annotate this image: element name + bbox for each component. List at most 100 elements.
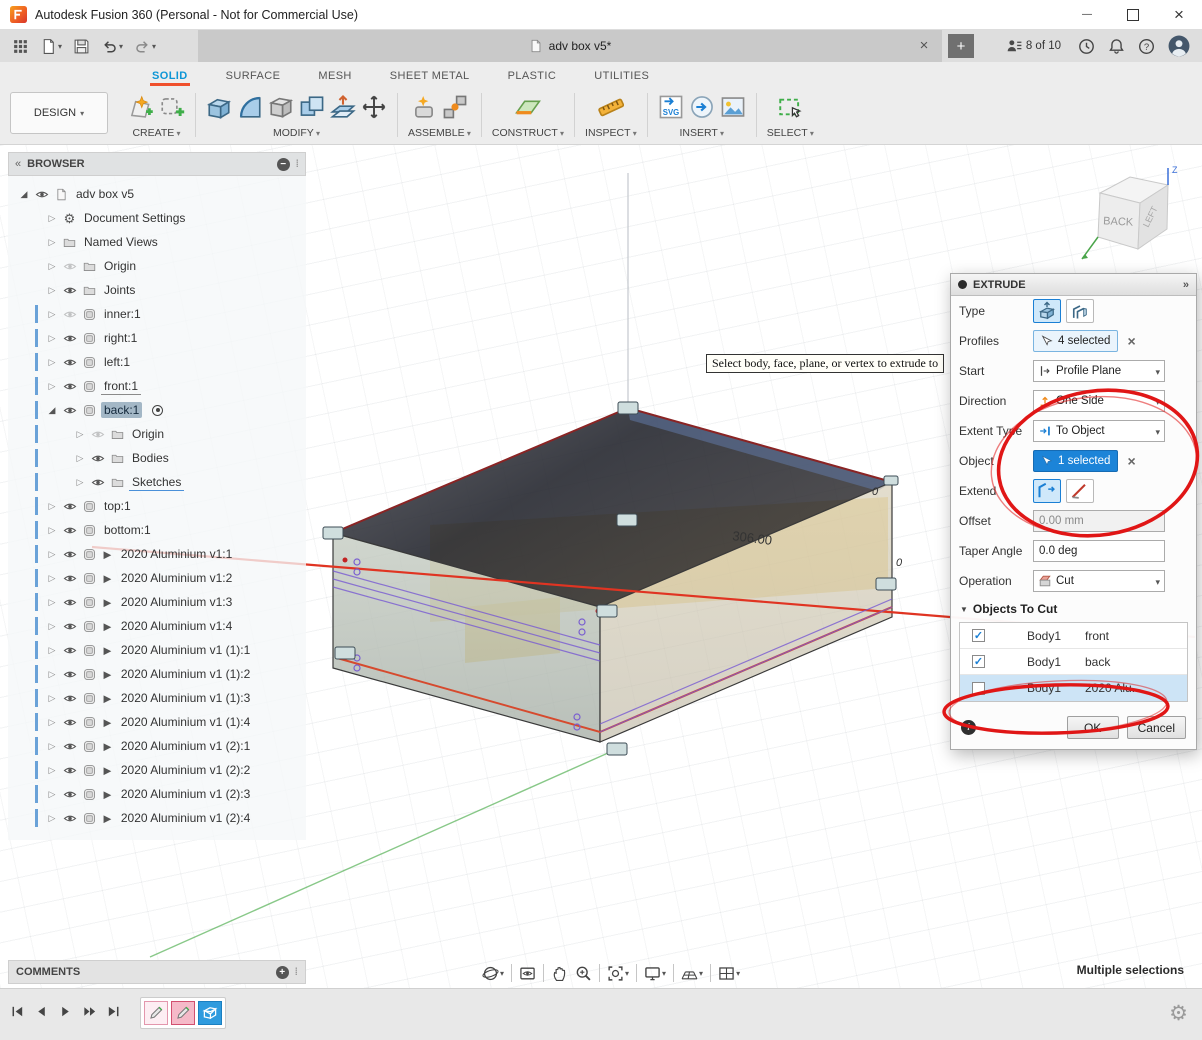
expand-arrow-icon[interactable]: ▷: [46, 789, 58, 800]
shell-button[interactable]: [268, 94, 294, 120]
insert-derive-button[interactable]: [689, 94, 715, 120]
new-component-create-button[interactable]: [159, 94, 185, 120]
offset-face-button[interactable]: [330, 94, 356, 120]
expand-arrow-icon[interactable]: ▷: [46, 549, 58, 560]
tl-back-button[interactable]: [34, 1004, 49, 1019]
expand-arrow-icon[interactable]: ▷: [74, 453, 86, 464]
activate-component-radio[interactable]: [152, 405, 163, 416]
expand-arrow-icon[interactable]: ▷: [46, 333, 58, 344]
extrude-type-thin-button[interactable]: [1066, 299, 1094, 323]
browser-item-label[interactable]: bottom:1: [101, 522, 154, 538]
visibility-eye-icon[interactable]: [90, 429, 106, 440]
expand-arrow-icon[interactable]: ▷: [74, 477, 86, 488]
ribbon-group-label[interactable]: MODIFY: [273, 127, 320, 139]
browser-item-label[interactable]: 2020 Aluminium v1 (1):4: [118, 714, 253, 730]
browser-item-label[interactable]: 2020 Aluminium v1:4: [118, 618, 235, 634]
expand-arrow-icon[interactable]: ▷: [46, 813, 58, 824]
browser-item[interactable]: ▷left:1: [8, 350, 306, 374]
ribbon-group-label[interactable]: CONSTRUCT: [492, 127, 564, 139]
measure-button[interactable]: [598, 94, 624, 120]
browser-item[interactable]: ◢back:1: [8, 398, 306, 422]
ribbon-group-label[interactable]: INSERT: [680, 127, 725, 139]
browser-item-label[interactable]: front:1: [101, 378, 141, 395]
tl-end-button[interactable]: [106, 1004, 121, 1019]
browser-item-label[interactable]: top:1: [101, 498, 134, 514]
save-button[interactable]: [69, 36, 94, 57]
grid-display-button[interactable]: [681, 965, 703, 982]
direction-select[interactable]: One Side: [1033, 390, 1165, 412]
document-tab[interactable]: adv box v5*: [529, 39, 612, 53]
design-workspace-button[interactable]: DESIGN: [10, 92, 108, 134]
expand-arrow-icon[interactable]: ▷: [46, 213, 58, 224]
browser-item-label[interactable]: 2020 Aluminium v1 (1):2: [118, 666, 253, 682]
combine-button[interactable]: [299, 94, 325, 120]
browser-item[interactable]: ◢adv box v5: [8, 182, 306, 206]
minimize-panel-icon[interactable]: [277, 158, 290, 171]
maximize-button[interactable]: [1110, 0, 1156, 29]
visibility-eye-icon[interactable]: [62, 621, 78, 632]
ribbon-tab-plastic[interactable]: PLASTIC: [506, 70, 559, 86]
browser-item[interactable]: ▷front:1: [8, 374, 306, 398]
visibility-eye-icon[interactable]: [62, 333, 78, 344]
notifications-bell-icon[interactable]: [1108, 38, 1125, 55]
visibility-eye-icon[interactable]: [62, 813, 78, 824]
ribbon-group-label[interactable]: INSPECT: [585, 127, 637, 139]
expand-arrow-icon[interactable]: ▷: [46, 309, 58, 320]
expand-arrow-icon[interactable]: ▷: [46, 597, 58, 608]
expand-arrow-icon[interactable]: ▷: [46, 621, 58, 632]
browser-item[interactable]: ▷►2020 Aluminium v1 (2):2: [8, 758, 306, 782]
browser-item-label[interactable]: Origin: [101, 258, 139, 274]
browser-item-label[interactable]: 2020 Aluminium v1 (2):4: [118, 810, 253, 826]
help-icon[interactable]: ?: [1138, 38, 1155, 55]
extend-faces-button[interactable]: [1033, 479, 1061, 503]
browser-item-label[interactable]: left:1: [101, 354, 133, 370]
checkbox[interactable]: [972, 682, 985, 695]
browser-item[interactable]: ▷Joints: [8, 278, 306, 302]
file-menu-button[interactable]: [36, 36, 66, 57]
ribbon-tab-sheet-metal[interactable]: SHEET METAL: [388, 70, 472, 86]
objects-to-cut-section[interactable]: Objects To Cut: [951, 596, 1196, 622]
visibility-eye-icon[interactable]: [62, 789, 78, 800]
browser-item-label[interactable]: 2020 Aluminium v1 (2):3: [118, 786, 253, 802]
browser-item[interactable]: ▷►2020 Aluminium v1:1: [8, 542, 306, 566]
expand-arrow-icon[interactable]: ▷: [46, 501, 58, 512]
app-grid-button[interactable]: [8, 36, 33, 57]
objects-to-cut-row[interactable]: Body12020 Alu...: [960, 675, 1187, 701]
checkbox[interactable]: [972, 629, 985, 642]
visibility-eye-icon[interactable]: [62, 741, 78, 752]
insert-svg-button[interactable]: SVG: [658, 94, 684, 120]
view-cube[interactable]: BACK LEFT Z: [1072, 163, 1182, 276]
visibility-eye-icon[interactable]: [62, 669, 78, 680]
browser-item-label[interactable]: 2020 Aluminium v1 (2):2: [118, 762, 253, 778]
ribbon-tab-mesh[interactable]: MESH: [316, 70, 353, 86]
browser-item[interactable]: ▷►2020 Aluminium v1 (2):3: [8, 782, 306, 806]
extent-type-select[interactable]: To Object: [1033, 420, 1165, 442]
extend-adjacent-button[interactable]: [1066, 479, 1094, 503]
clear-profiles-icon[interactable]: [1127, 333, 1135, 349]
fillet-button[interactable]: [237, 94, 263, 120]
timeline-item-extrude-tl[interactable]: [198, 1001, 222, 1025]
insert-canvas-button[interactable]: [720, 94, 746, 120]
joint-button[interactable]: [442, 94, 468, 120]
avatar[interactable]: [1168, 35, 1190, 57]
browser-item-label[interactable]: 2020 Aluminium v1 (1):1: [118, 642, 253, 658]
expand-arrow-icon[interactable]: ▷: [46, 741, 58, 752]
browser-item[interactable]: ▷Origin: [8, 254, 306, 278]
timeline-item-sketch[interactable]: [171, 1001, 195, 1025]
tl-play-button[interactable]: [58, 1004, 73, 1019]
visibility-eye-icon[interactable]: [62, 549, 78, 560]
press-pull-button[interactable]: [206, 94, 232, 120]
visibility-eye-icon[interactable]: [62, 525, 78, 536]
clock-icon[interactable]: [1078, 38, 1095, 55]
browser-item-label[interactable]: Document Settings: [81, 210, 188, 226]
add-comment-icon[interactable]: [276, 966, 289, 979]
visibility-eye-icon[interactable]: [62, 693, 78, 704]
browser-item[interactable]: ▷►2020 Aluminium v1:2: [8, 566, 306, 590]
browser-item-label[interactable]: inner:1: [101, 306, 144, 322]
browser-item-label[interactable]: Joints: [101, 282, 138, 298]
browser-item-label[interactable]: 2020 Aluminium v1:3: [118, 594, 235, 610]
checkbox[interactable]: [972, 655, 985, 668]
browser-item[interactable]: ▷ top:1: [8, 494, 306, 518]
visibility-eye-icon[interactable]: [62, 573, 78, 584]
ribbon-group-label[interactable]: CREATE: [132, 127, 180, 139]
